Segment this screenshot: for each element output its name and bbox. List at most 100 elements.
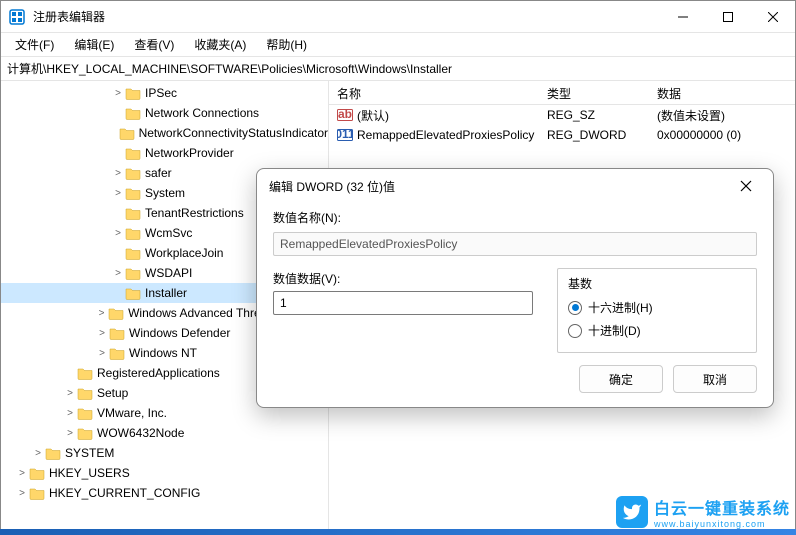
svg-text:ab: ab (338, 107, 352, 121)
value-type: REG_SZ (539, 108, 649, 122)
app-icon (9, 9, 25, 25)
minimize-button[interactable] (660, 1, 705, 33)
tree-item[interactable]: > HKEY_USERS (1, 463, 328, 483)
tree-item-label: WSDAPI (145, 266, 192, 280)
menu-edit[interactable]: 编辑(E) (64, 34, 124, 55)
tree-item[interactable]: > WOW6432Node (1, 423, 328, 443)
tree-item-label: SYSTEM (65, 446, 114, 460)
tree-item-label: WOW6432Node (97, 426, 184, 440)
list-row[interactable]: 011RemappedElevatedProxiesPolicyREG_DWOR… (329, 125, 795, 145)
dialog-close-button[interactable] (731, 171, 761, 201)
address-bar[interactable]: 计算机\HKEY_LOCAL_MACHINE\SOFTWARE\Policies… (1, 57, 795, 81)
col-header-type[interactable]: 类型 (539, 81, 649, 104)
watermark-url: www.baiyunxitong.com (654, 519, 790, 529)
tree-item-label: TenantRestrictions (145, 206, 244, 220)
tree-item-label: HKEY_CURRENT_CONFIG (49, 486, 200, 500)
tree-item-label: HKEY_USERS (49, 466, 130, 480)
folder-icon (125, 226, 141, 240)
menu-view[interactable]: 查看(V) (124, 34, 184, 55)
radio-hex-icon (568, 301, 582, 315)
tree-item-label: Windows NT (129, 346, 197, 360)
folder-icon (77, 366, 93, 380)
tree-item-label: Installer (145, 286, 187, 300)
tree-item-label: Setup (97, 386, 128, 400)
chevron-right-icon[interactable]: > (63, 408, 77, 419)
chevron-right-icon[interactable]: > (15, 468, 29, 479)
folder-icon (119, 126, 135, 140)
watermark-icon (616, 496, 648, 528)
tree-item-label: WcmSvc (145, 226, 192, 240)
folder-icon (77, 386, 93, 400)
menu-favorites[interactable]: 收藏夹(A) (184, 34, 256, 55)
folder-icon (125, 106, 141, 120)
folder-icon (125, 186, 141, 200)
chevron-right-icon[interactable]: > (111, 228, 125, 239)
tree-item-label: VMware, Inc. (97, 406, 167, 420)
dialog-title: 编辑 DWORD (32 位)值 (269, 178, 731, 195)
folder-icon (125, 146, 141, 160)
window-title: 注册表编辑器 (33, 8, 660, 25)
ok-button[interactable]: 确定 (579, 365, 663, 393)
folder-icon (108, 306, 124, 320)
radio-hex-label: 十六进制(H) (588, 299, 653, 316)
cancel-button[interactable]: 取消 (673, 365, 757, 393)
menubar: 文件(F) 编辑(E) 查看(V) 收藏夹(A) 帮助(H) (1, 33, 795, 57)
chevron-right-icon[interactable]: > (111, 188, 125, 199)
svg-text:011: 011 (337, 127, 353, 141)
list-body: ab(默认)REG_SZ(数值未设置)011RemappedElevatedPr… (329, 105, 795, 145)
folder-icon (125, 266, 141, 280)
chevron-right-icon[interactable]: > (63, 388, 77, 399)
value-name: (默认) (357, 107, 389, 124)
chevron-right-icon[interactable]: > (63, 428, 77, 439)
tree-item[interactable]: >IPSec (1, 83, 328, 103)
radio-dec-label: 十进制(D) (588, 322, 641, 339)
folder-icon (109, 346, 125, 360)
radio-dec[interactable]: 十进制(D) (568, 319, 746, 342)
folder-icon (29, 486, 45, 500)
tree-item-label: NetworkProvider (145, 146, 234, 160)
folder-icon (77, 406, 93, 420)
value-data: 0x00000000 (0) (649, 128, 795, 142)
chevron-right-icon[interactable]: > (111, 168, 125, 179)
tree-item-label: Network Connections (145, 106, 259, 120)
tree-item-label: System (145, 186, 185, 200)
folder-icon (125, 286, 141, 300)
menu-file[interactable]: 文件(F) (5, 34, 64, 55)
tree-item-label: RegisteredApplications (97, 366, 220, 380)
tree-item-label: NetworkConnectivityStatusIndicator (139, 126, 328, 140)
folder-icon (77, 426, 93, 440)
value-name: RemappedElevatedProxiesPolicy (357, 128, 534, 142)
chevron-right-icon[interactable]: > (31, 448, 45, 459)
value-type-icon: 011 (337, 127, 353, 143)
chevron-right-icon[interactable]: > (95, 308, 108, 319)
value-type-icon: ab (337, 107, 353, 123)
watermark-text: 白云一键重装系统 (654, 495, 790, 519)
menu-help[interactable]: 帮助(H) (256, 34, 317, 55)
tree-item[interactable]: Network Connections (1, 103, 328, 123)
tree-item[interactable]: NetworkProvider (1, 143, 328, 163)
value-data-input[interactable] (273, 291, 533, 315)
tree-item[interactable]: > HKEY_CURRENT_CONFIG (1, 483, 328, 503)
base-legend: 基数 (568, 275, 746, 292)
chevron-right-icon[interactable]: > (95, 348, 109, 359)
chevron-right-icon[interactable]: > (15, 488, 29, 499)
chevron-right-icon[interactable]: > (111, 88, 125, 99)
col-header-name[interactable]: 名称 (329, 81, 539, 104)
folder-icon (29, 466, 45, 480)
list-header: 名称 类型 数据 (329, 81, 795, 105)
base-fieldset: 基数 十六进制(H) 十进制(D) (557, 268, 757, 353)
tree-item-label: WorkplaceJoin (145, 246, 223, 260)
list-row[interactable]: ab(默认)REG_SZ(数值未设置) (329, 105, 795, 125)
tree-item[interactable]: > SYSTEM (1, 443, 328, 463)
value-name-field: RemappedElevatedProxiesPolicy (273, 232, 757, 256)
close-button[interactable] (750, 1, 795, 33)
chevron-right-icon[interactable]: > (95, 328, 109, 339)
maximize-button[interactable] (705, 1, 750, 33)
radio-hex[interactable]: 十六进制(H) (568, 296, 746, 319)
col-header-data[interactable]: 数据 (649, 81, 795, 104)
radio-dec-icon (568, 324, 582, 338)
tree-item[interactable]: NetworkConnectivityStatusIndicator (1, 123, 328, 143)
folder-icon (125, 166, 141, 180)
chevron-right-icon[interactable]: > (111, 268, 125, 279)
folder-icon (109, 326, 125, 340)
